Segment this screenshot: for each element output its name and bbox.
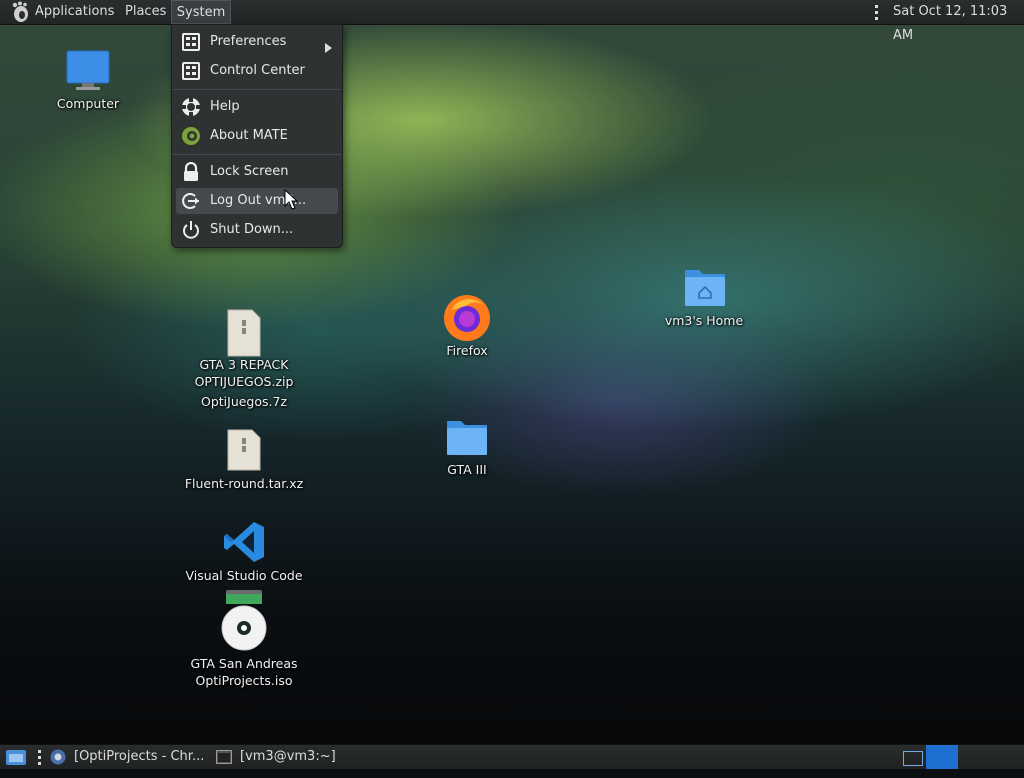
desktop-label-gta-sa-line1: GTA San Andreas — [190, 656, 298, 671]
menu-label-help: Help — [210, 99, 240, 114]
desktop-icon-vscode[interactable]: Visual Studio Code — [185, 520, 303, 583]
desktop-icon-firefox[interactable]: Firefox — [442, 292, 492, 358]
menu-item-preferences[interactable]: Preferences — [176, 29, 338, 55]
desktop-label-fluent: Fluent-round.tar.xz — [184, 476, 304, 491]
preferences-icon — [181, 32, 201, 52]
menu-item-about-mate[interactable]: About MATE — [176, 123, 338, 149]
menu-item-log-out[interactable]: Log Out vm3... — [176, 188, 338, 214]
disc-image-icon — [221, 590, 267, 651]
desktop-label-gta-sa-line2: OptiProjects.iso — [195, 673, 293, 688]
mouse-cursor-icon — [284, 188, 299, 215]
places-menu[interactable]: Places — [125, 0, 166, 24]
control-center-icon — [181, 61, 201, 81]
clock[interactable]: Sat Oct 12, 11:03 AM — [893, 0, 1024, 43]
desktop-label-gta-iii: GTA III — [447, 462, 487, 477]
system-menu[interactable]: System — [171, 0, 231, 24]
desktop-label-gta3-line3: OptiJuegos.7z — [200, 394, 288, 409]
desktop-icon-home-folder[interactable]: vm3's Home — [665, 266, 743, 328]
mate-logo-icon — [181, 126, 201, 146]
desktop-icon-gta3-archive[interactable]: GTA 3 REPACK OPTIJUEGOS.zip OptiJuegos.7… — [195, 308, 293, 409]
menu-label-lock: Lock Screen — [210, 164, 289, 179]
taskbar-button-terminal[interactable]: [vm3@vm3:~] — [216, 745, 356, 769]
desktop-icon-fluent-archive[interactable]: Fluent-round.tar.xz — [185, 428, 303, 491]
taskbar-label-chrome: [OptiProjects - Chr... — [74, 749, 205, 764]
desktop-label-computer: Computer — [56, 96, 120, 111]
menu-item-help[interactable]: Help — [176, 94, 338, 120]
vscode-icon — [224, 522, 264, 562]
desktop-icon-gta-sa-iso[interactable]: GTA San Andreas OptiProjects.iso — [190, 590, 298, 688]
chrome-icon — [50, 749, 66, 774]
applications-menu[interactable]: Applications — [35, 0, 114, 24]
desktop-label-vscode: Visual Studio Code — [185, 568, 303, 583]
menu-item-control-center[interactable]: Control Center — [176, 58, 338, 84]
lock-icon — [181, 161, 201, 182]
desktop-label-gta3-line1: GTA 3 REPACK — [199, 357, 289, 372]
menu-item-shut-down[interactable]: Shut Down... — [176, 217, 338, 243]
workspace-1[interactable] — [903, 751, 923, 766]
menu-label-preferences: Preferences — [210, 34, 287, 49]
menu-label-about: About MATE — [210, 128, 288, 143]
menu-label-shutdown: Shut Down... — [210, 222, 294, 237]
desktop-icon-gta-iii-folder[interactable]: GTA III — [446, 415, 488, 477]
desktop-label-gta3-line2: OPTIJUEGOS.zip — [194, 374, 294, 389]
desktop-label-home: vm3's Home — [664, 313, 744, 328]
home-folder-icon — [685, 270, 725, 306]
tar-archive-icon — [227, 429, 261, 471]
show-desktop-icon[interactable] — [5, 747, 27, 767]
folder-icon — [447, 421, 487, 455]
desktop-wallpaper — [0, 0, 1024, 768]
firefox-icon — [444, 295, 490, 341]
menu-separator — [173, 154, 341, 155]
desktop-icon-computer[interactable]: Computer — [57, 50, 119, 111]
bottom-panel: [OptiProjects - Chr... [vm3@vm3:~] — [0, 744, 1024, 769]
taskbar-label-terminal: [vm3@vm3:~] — [240, 749, 336, 764]
menu-separator — [173, 89, 341, 90]
panel-handle-icon[interactable] — [872, 0, 880, 24]
computer-monitor-icon — [66, 50, 110, 90]
workspace-2-active[interactable] — [926, 745, 958, 769]
panel-handle-icon[interactable] — [36, 745, 42, 769]
log-out-icon — [181, 191, 201, 211]
taskbar-button-chrome[interactable]: [OptiProjects - Chr... — [48, 745, 208, 769]
zip-archive-icon — [227, 309, 261, 357]
top-panel: Applications Places System Sat Oct 12, 1… — [0, 0, 1024, 43]
menu-label-control-center: Control Center — [210, 63, 305, 78]
power-icon — [181, 220, 201, 240]
help-lifebuoy-icon — [181, 97, 201, 117]
gnome-foot-icon[interactable] — [10, 0, 32, 24]
desktop-label-firefox: Firefox — [446, 343, 488, 358]
menu-item-lock-screen[interactable]: Lock Screen — [176, 159, 338, 185]
terminal-icon — [216, 749, 232, 774]
system-dropdown-menu: Preferences Control Center Help About MA… — [171, 24, 343, 248]
